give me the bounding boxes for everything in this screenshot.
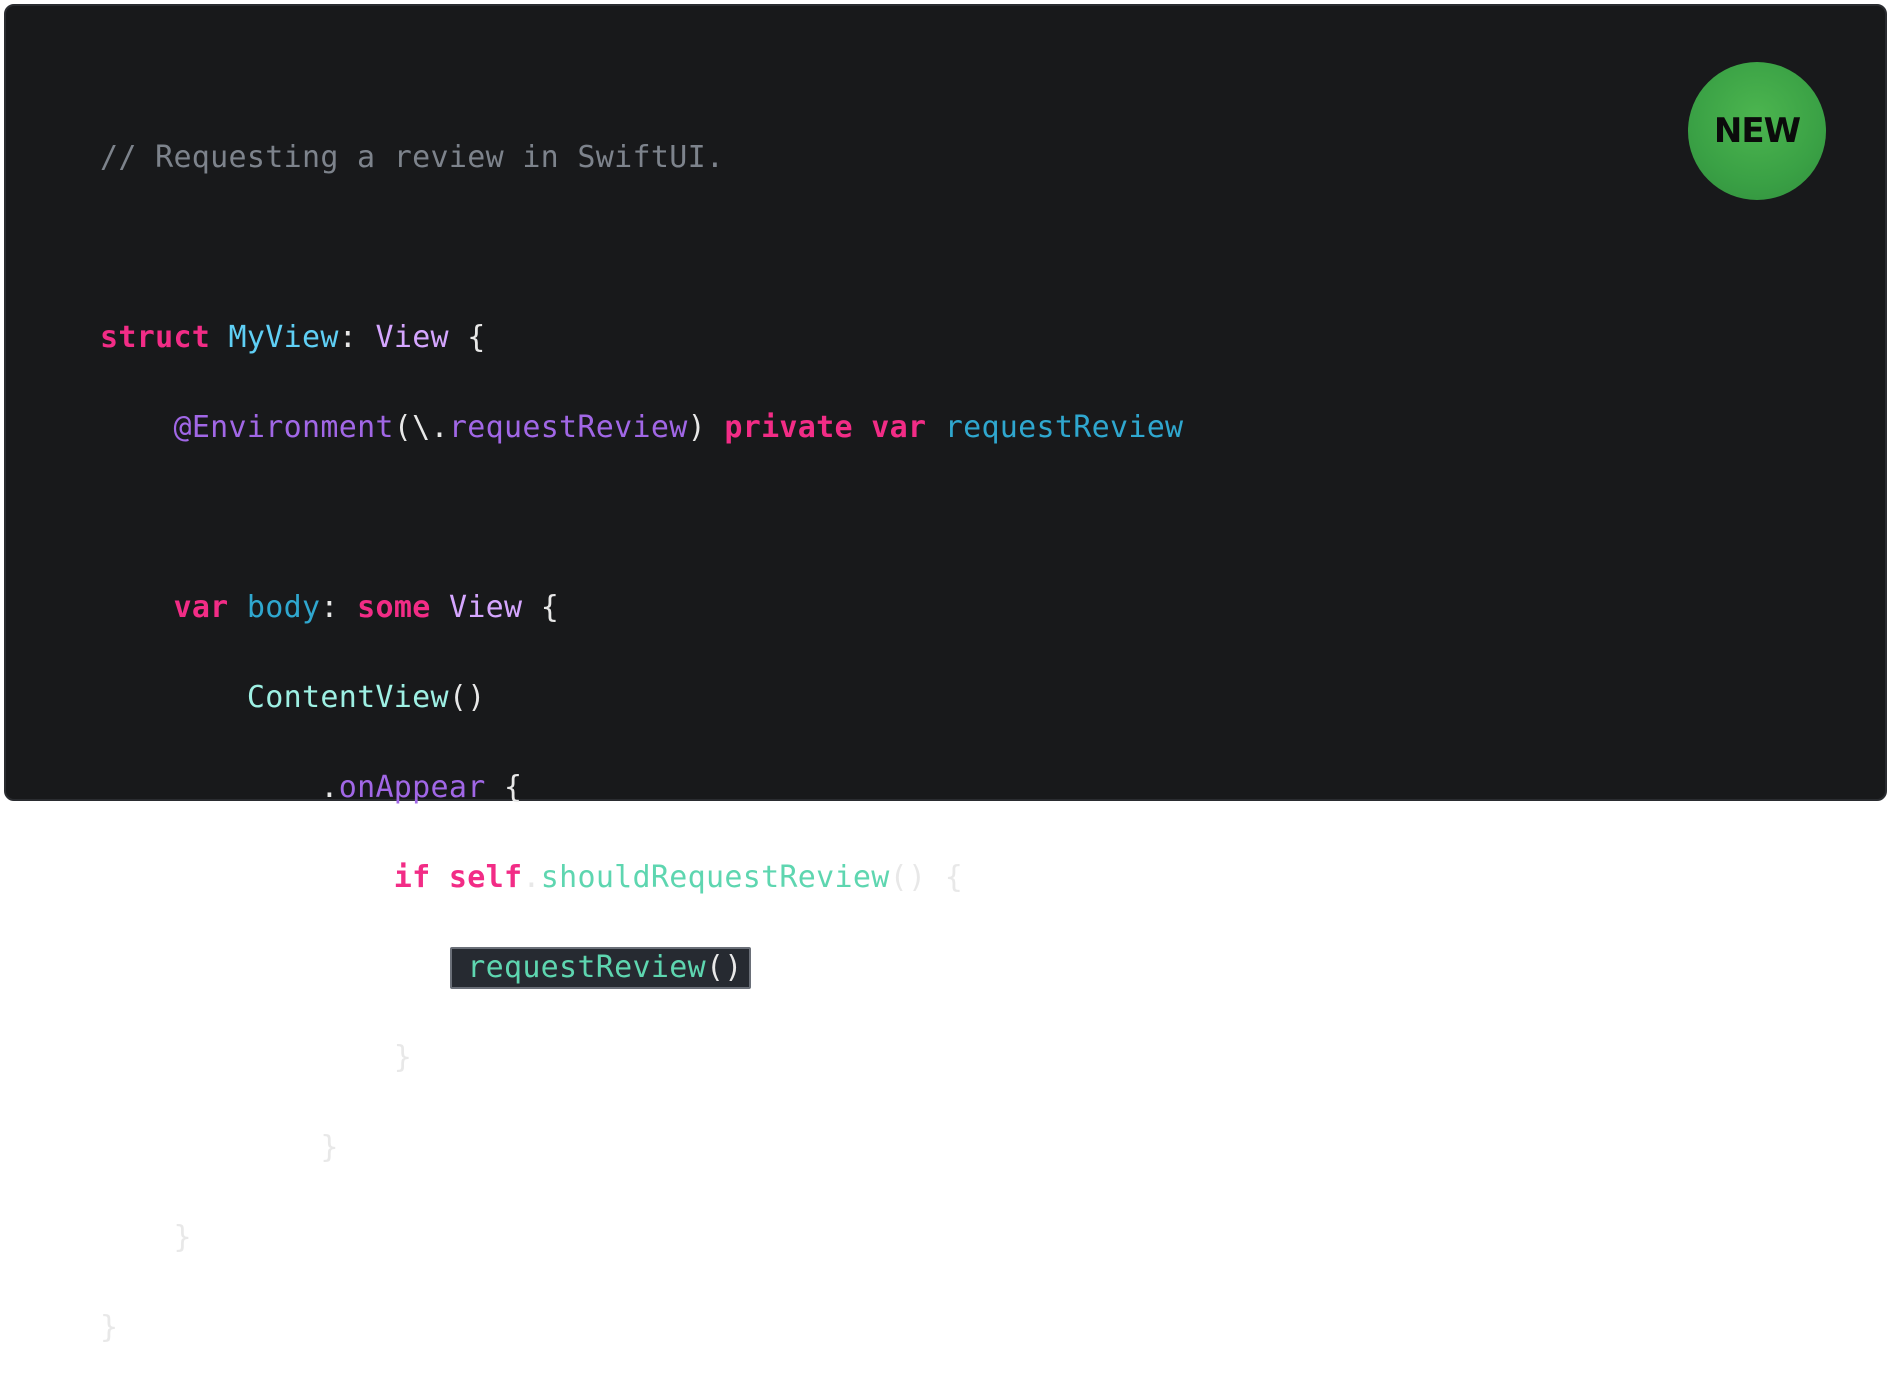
code-line-request-review: requestReview()	[100, 945, 1183, 990]
keypath: requestReview	[448, 410, 688, 445]
close-brace: }	[393, 1040, 413, 1075]
code-line-close: }	[100, 1035, 1183, 1080]
close-brace: }	[100, 1310, 119, 1345]
dot: .	[320, 770, 339, 805]
open-brace: {	[504, 770, 523, 805]
code-line-close: }	[100, 1125, 1183, 1170]
code-line-close: }	[100, 1305, 1183, 1350]
method-call: requestReview	[467, 950, 706, 985]
open-brace: {	[540, 590, 560, 625]
keyword: struct	[100, 320, 211, 355]
keyword: some	[357, 590, 431, 625]
parens: ()	[889, 860, 927, 895]
code-line-environment: @Environment(\.requestReview) private va…	[100, 405, 1183, 450]
keyword: var	[173, 590, 229, 625]
code-block: // Requesting a review in SwiftUI. struc…	[100, 90, 1183, 1395]
paren-close: )	[687, 410, 706, 445]
keyword: private	[724, 410, 853, 445]
close-brace: }	[173, 1220, 192, 1255]
method-name: onAppear	[338, 770, 486, 805]
code-line-body: var body: some View {	[100, 585, 1183, 630]
close-brace: }	[320, 1130, 339, 1165]
dot: .	[522, 860, 541, 895]
colon: :	[338, 320, 358, 355]
paren-open: (\.	[393, 410, 449, 445]
highlighted-call: requestReview()	[450, 947, 751, 989]
open-brace: {	[944, 860, 964, 895]
new-badge: NEW	[1688, 62, 1826, 200]
struct-name: MyView	[228, 320, 339, 355]
type-name: View	[375, 320, 449, 355]
type-name: View	[448, 590, 523, 625]
keyword: if	[393, 860, 431, 895]
function-name: ContentView	[246, 680, 449, 715]
code-line-contentview: ContentView()	[100, 675, 1183, 720]
colon: :	[320, 590, 339, 625]
code-line-if: if self.shouldRequestReview() {	[100, 855, 1183, 900]
keyword: self	[448, 860, 523, 895]
code-line-struct: struct MyView: View {	[100, 315, 1183, 360]
parens: ()	[448, 680, 486, 715]
code-line-onappear: .onAppear {	[100, 765, 1183, 810]
code-line-comment: // Requesting a review in SwiftUI.	[100, 135, 1183, 180]
code-line-close: }	[100, 1215, 1183, 1260]
method-call: shouldRequestReview	[540, 860, 890, 895]
parens: ()	[705, 950, 743, 985]
comment-text: // Requesting a review in SwiftUI.	[100, 140, 725, 175]
property-name: body	[246, 590, 321, 625]
attribute: @Environment	[173, 410, 394, 445]
property-name: requestReview	[944, 410, 1184, 445]
keyword: var	[871, 410, 927, 445]
open-brace: {	[467, 320, 486, 355]
